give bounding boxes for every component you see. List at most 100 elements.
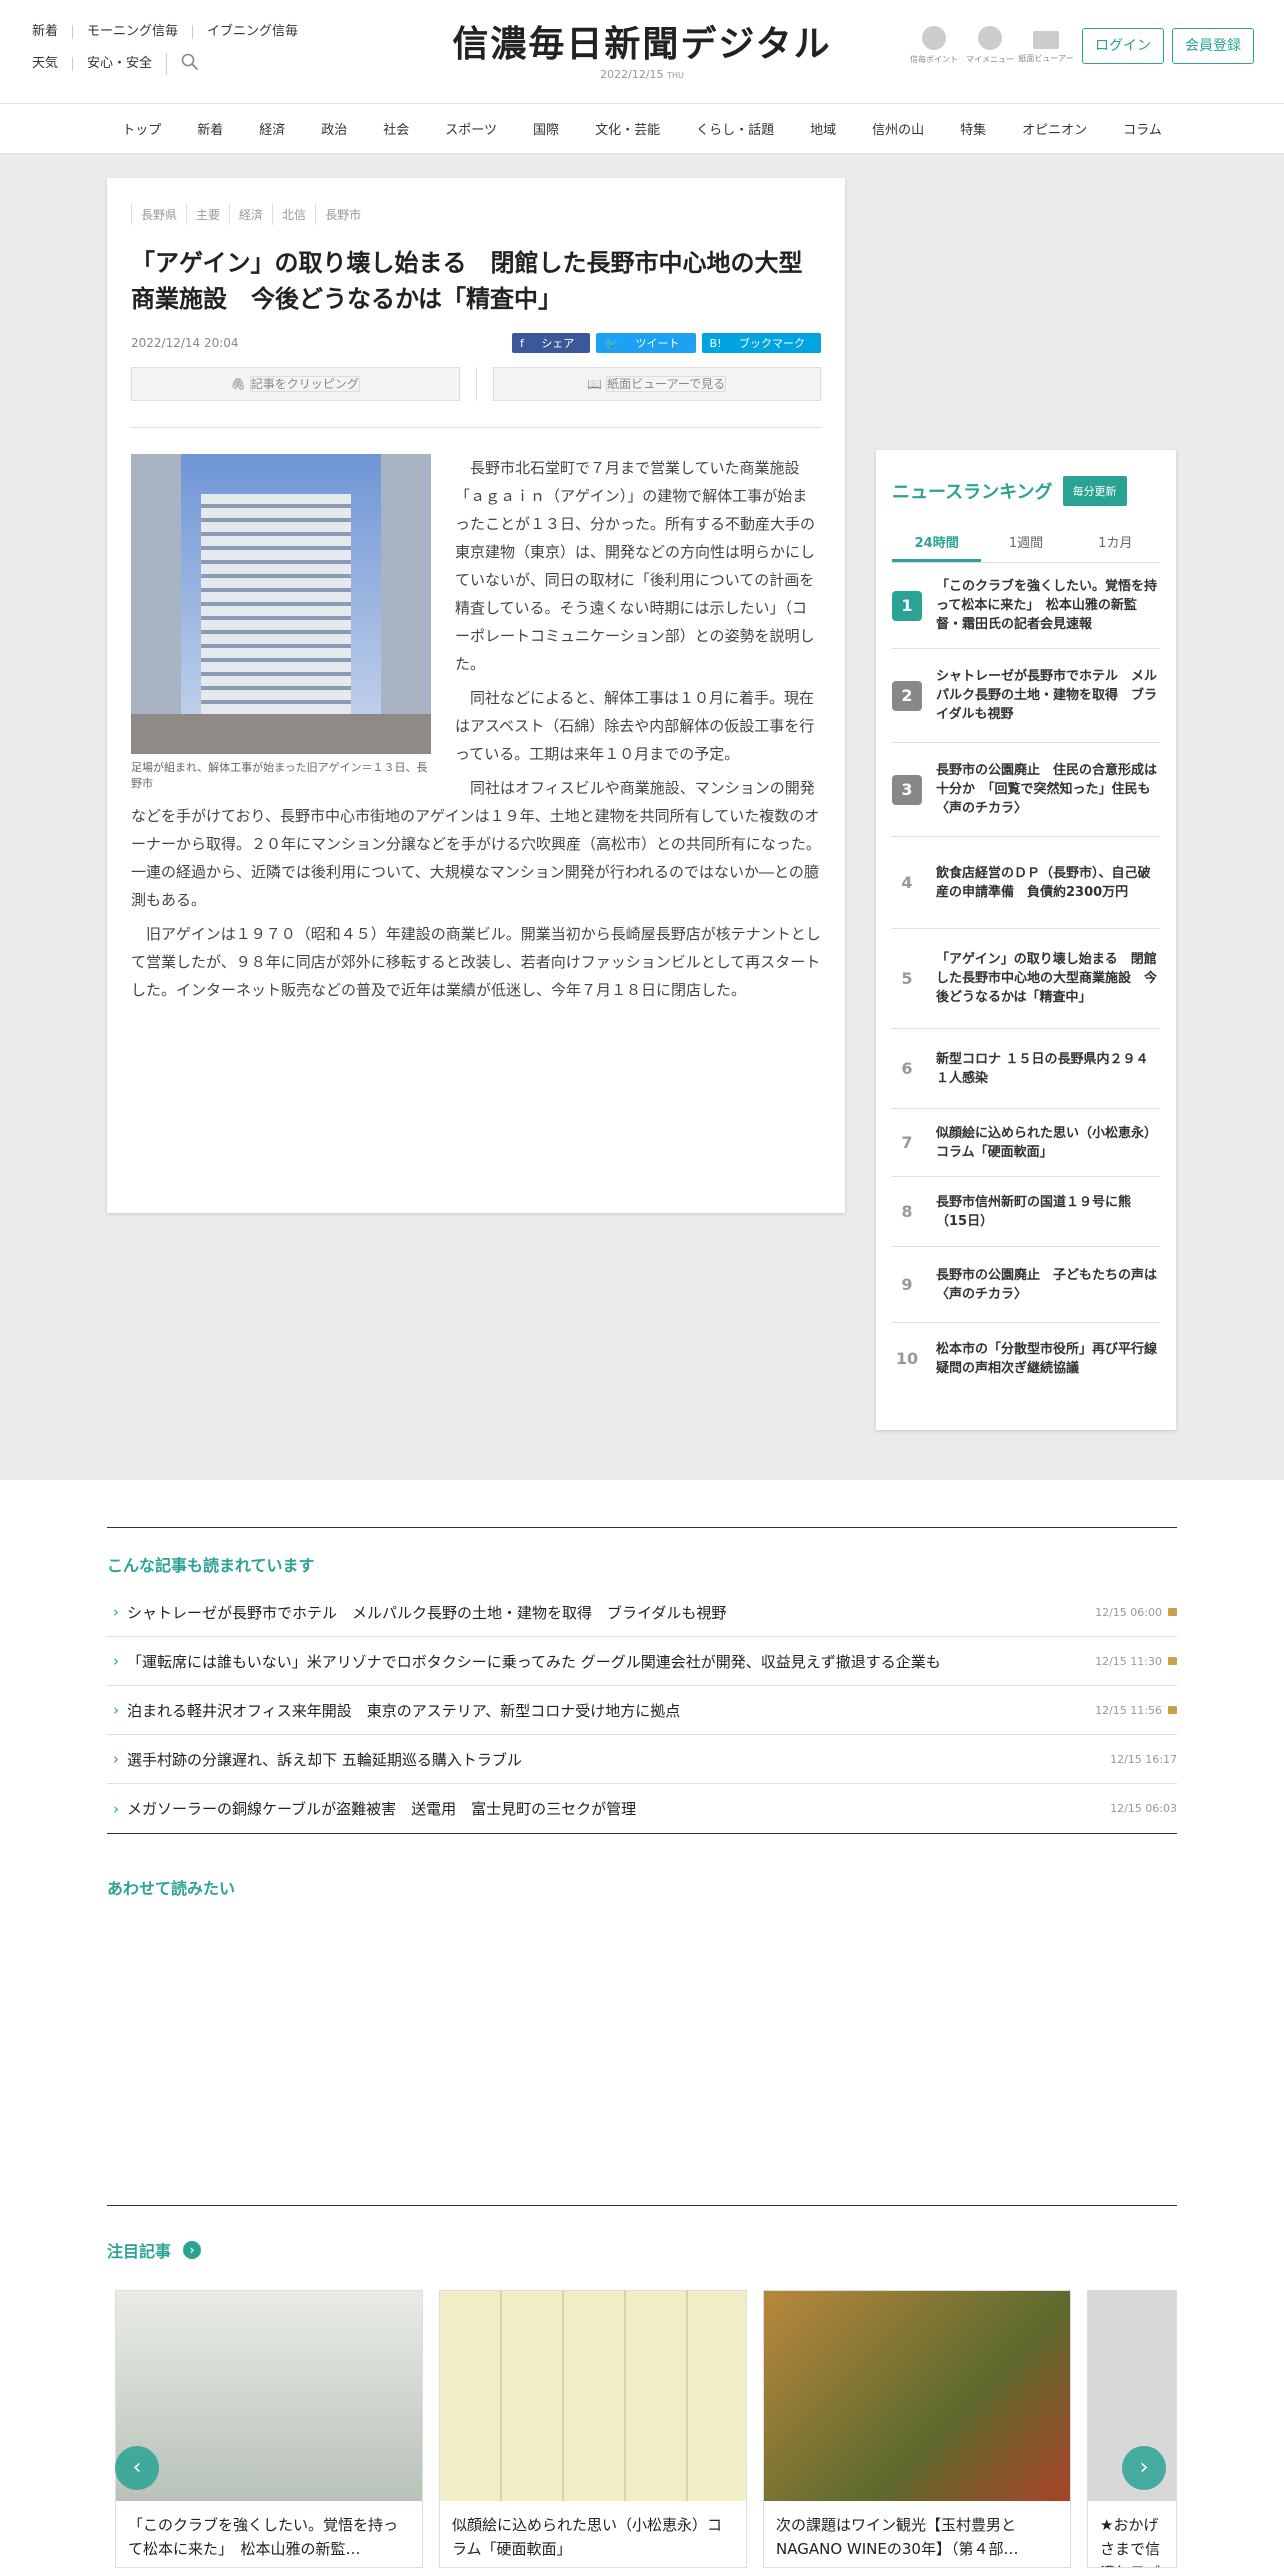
featured-title: 注目記事 [107, 2242, 172, 2261]
nav-item[interactable]: 政治 [303, 119, 365, 138]
ranking-item[interactable]: 4 飲食店経営のＤＰ（長野市）、自己破産の申請準備 負債約2300万円 [892, 837, 1160, 929]
viewer-button[interactable]: 紙面ビューアー [1018, 27, 1074, 64]
article-body: 足場が組まれ、解体工事が始まった旧アゲイン＝１３日、長野市 長野市北石堂町で７月… [131, 454, 821, 1004]
ranking-item[interactable]: 5 「アゲイン」の取り壊し始まる 閉館した長野市中心地の大型商業施設 今後どうなる… [892, 929, 1160, 1029]
list-item[interactable]: 選手村跡の分譲遅れ、訴え却下 五輪延期巡る購入トラブル12/15 16:17 [107, 1735, 1177, 1784]
list-item[interactable]: シャトレーゼが長野市でホテル メルパルク長野の土地・建物を取得 ブライダルも視野… [107, 1588, 1177, 1637]
ranking-item[interactable]: 3 長野市の公園廃止 住民の合意形成は十分か 「回覧で突然知った」住民も〈声のチカ… [892, 743, 1160, 837]
article-figure: 足場が組まれ、解体工事が始まった旧アゲイン＝１３日、長野市 [131, 454, 431, 792]
link-morning[interactable]: モーニング信毎 [72, 25, 192, 39]
point-button[interactable]: 信毎ポイント [906, 26, 962, 65]
tag[interactable]: 長野県 [131, 204, 186, 225]
card-image [440, 2291, 746, 2501]
carousel-next-button[interactable]: › [1122, 2446, 1166, 2490]
article-meta: 2022/12/14 20:04 f シェア 🐦 ツイート B! ブックマーク [131, 333, 821, 353]
rank-number: 2 [892, 680, 922, 711]
carousel-prev-button[interactable]: ‹ [115, 2446, 159, 2490]
viewer-open-button[interactable]: 📖 紙面ビューアーで見る [492, 367, 821, 401]
rank-number: 4 [901, 872, 913, 892]
list-item[interactable]: 泊まれる軽井沢オフィス来年開設 東京のアステリア、新型コロナ受け地方に拠点12/… [107, 1686, 1177, 1735]
header-date: 2022/12/15 THU [600, 68, 684, 81]
main-nav: トップ 新着 経済 政治 社会 スポーツ 国際 文化・芸能 くらし・話題 地域 … [0, 104, 1284, 154]
nav-item[interactable]: 経済 [241, 119, 303, 138]
featured-carousel: 「このクラブを強くしたい。覚悟を持って松本に来た」 松本山雅の新監… 似顔絵に込… [115, 2290, 1193, 2568]
nav-item[interactable]: くらし・話題 [678, 119, 792, 138]
featured-section: 注目記事 › [107, 2205, 1177, 2262]
article-tools: 🖇 記事をクリッピング 📖 紙面ビューアーで見る [131, 367, 821, 428]
paragraph: 旧アゲインは１９７０（昭和４５）年建設の商業ビル。開業当初から長崎屋長野店が核テ… [131, 925, 821, 999]
featured-card[interactable]: ★おかげさまで信濃毎日デジタル… [1087, 2290, 1177, 2568]
rank-number: 7 [901, 1132, 913, 1152]
nav-item[interactable]: オピニオン [1004, 119, 1105, 138]
news-ranking: ニュースランキング 毎分更新 24時間 1週間 1カ月 1 「このクラブを強くした… [876, 450, 1176, 1430]
my-menu-button[interactable]: マイメニュー [962, 26, 1018, 65]
tag[interactable]: 主要 [186, 204, 229, 225]
rank-number: 3 [892, 774, 922, 805]
lock-icon [1168, 1608, 1177, 1616]
list-item[interactable]: メガソーラーの銅線ケーブルが盗難被害 送電用 富士見町の三セクが管理12/15 … [107, 1784, 1177, 1833]
nav-item[interactable]: 地域 [792, 119, 854, 138]
header-actions: 信毎ポイント マイメニュー 紙面ビューアー ログイン 会員登録 [906, 26, 1254, 65]
tab-1month[interactable]: 1カ月 [1071, 524, 1160, 562]
rank-number: 1 [892, 590, 922, 621]
article-card: 長野県 主要 経済 北信 長野市 「アゲイン」の取り壊し始まる 閉館した長野市中… [107, 178, 845, 1213]
site-header: 新着 モーニング信毎 イブニング信毎 天気 安心・安全 信濃毎日新聞デジタル 2… [0, 0, 1284, 104]
ranking-item[interactable]: 8 長野市信州新町の国道１９号に熊（15日） [892, 1177, 1160, 1247]
lock-icon [1168, 1706, 1177, 1714]
rank-number: 8 [901, 1201, 913, 1221]
tab-24h[interactable]: 24時間 [892, 524, 982, 562]
nav-item[interactable]: 信州の山 [854, 119, 942, 138]
hatena-bookmark-button[interactable]: B! ブックマーク [701, 333, 821, 353]
tag[interactable]: 長野市 [315, 204, 370, 225]
article-tags: 長野県 主要 経済 北信 長野市 [131, 204, 821, 225]
ranking-item[interactable]: 10 松本市の「分散型市役所」再び平行線 疑問の声相次ぎ継続協議 [892, 1323, 1170, 1395]
ranking-item[interactable]: 2 シャトレーゼが長野市でホテル メルパルク長野の土地・建物を取得 ブライダルも視… [892, 649, 1160, 743]
nav-item[interactable]: 社会 [365, 119, 427, 138]
book-icon [1033, 31, 1059, 49]
list-item[interactable]: 「運転席には誰もいない」米アリゾナでロボタクシーに乗ってみた グーグル関連会社が… [107, 1637, 1177, 1686]
nav-item[interactable]: 新着 [179, 119, 241, 138]
featured-card[interactable]: 似顔絵に込められた思い（小松恵永）コラム「硬面軟面」 [439, 2290, 747, 2568]
together-title: あわせて読みたい [107, 1879, 236, 1898]
tab-1week[interactable]: 1週間 [981, 524, 1070, 562]
nav-item[interactable]: 文化・芸能 [577, 119, 678, 138]
nav-item[interactable]: スポーツ [427, 119, 515, 138]
point-icon [922, 26, 946, 50]
also-read-list: シャトレーゼが長野市でホテル メルパルク長野の土地・建物を取得 ブライダルも視野… [107, 1588, 1177, 1834]
login-button[interactable]: ログイン [1082, 27, 1164, 64]
arrow-right-icon[interactable]: › [183, 2241, 202, 2259]
article-photo[interactable] [131, 454, 431, 754]
ranking-item[interactable]: 6 新型コロナ １５日の長野県内２９４１人感染 [892, 1029, 1160, 1109]
ranking-item[interactable]: 7 似顔絵に込められた思い（小松恵永）コラム「硬面軟面」 [892, 1109, 1160, 1177]
nav-item[interactable]: 特集 [942, 119, 1004, 138]
chevron-left-icon: ‹ [132, 2455, 142, 2480]
share-buttons: f シェア 🐦 ツイート B! ブックマーク [506, 333, 821, 353]
link-safety[interactable]: 安心・安全 [72, 57, 166, 71]
link-weather[interactable]: 天気 [32, 57, 72, 71]
twitter-share-button[interactable]: 🐦 ツイート [596, 333, 696, 353]
ranking-item[interactable]: 9 長野市の公園廃止 子どもたちの声は〈声のチカラ〉 [892, 1247, 1160, 1323]
also-read-title: こんな記事も読まれています [107, 1556, 315, 1575]
site-logo[interactable]: 信濃毎日新聞デジタル 2022/12/15 THU [452, 22, 831, 81]
register-button[interactable]: 会員登録 [1172, 27, 1254, 64]
nav-item[interactable]: 国際 [515, 119, 577, 138]
link-evening[interactable]: イブニング信毎 [192, 25, 312, 39]
tag[interactable]: 北信 [272, 204, 315, 225]
rank-number: 5 [901, 968, 913, 988]
facebook-share-button[interactable]: f シェア [511, 333, 591, 353]
article-title: 「アゲイン」の取り壊し始まる 閉館した長野市中心地の大型商業施設 今後どうなるか… [131, 249, 803, 313]
featured-card[interactable]: 「このクラブを強くしたい。覚悟を持って松本に来た」 松本山雅の新監… [115, 2290, 423, 2568]
tag[interactable]: 経済 [229, 204, 272, 225]
ranking-item[interactable]: 1 「このクラブを強くしたい。覚悟を持って松本に来た」 松本山雅の新監督・霜田氏の… [892, 563, 1160, 649]
logo-text: 信濃毎日新聞デジタル [452, 23, 832, 65]
featured-card[interactable]: 次の課題はワイン観光【玉村豊男とNAGANO WINEの30年】（第４部… [763, 2290, 1071, 2568]
search-icon[interactable] [166, 53, 213, 75]
rank-number: 9 [901, 1274, 913, 1294]
link-new[interactable]: 新着 [32, 25, 72, 39]
clip-button[interactable]: 🖇 記事をクリッピング [131, 367, 460, 401]
nav-item[interactable]: トップ [104, 119, 179, 138]
together-section: あわせて読みたい [107, 1875, 1177, 1899]
nav-item[interactable]: コラム [1105, 119, 1180, 138]
card-image [116, 2291, 422, 2501]
paragraph: 同社はオフィスビルや商業施設、マンションの開発などを手がけており、長野市中心市街… [131, 779, 821, 909]
